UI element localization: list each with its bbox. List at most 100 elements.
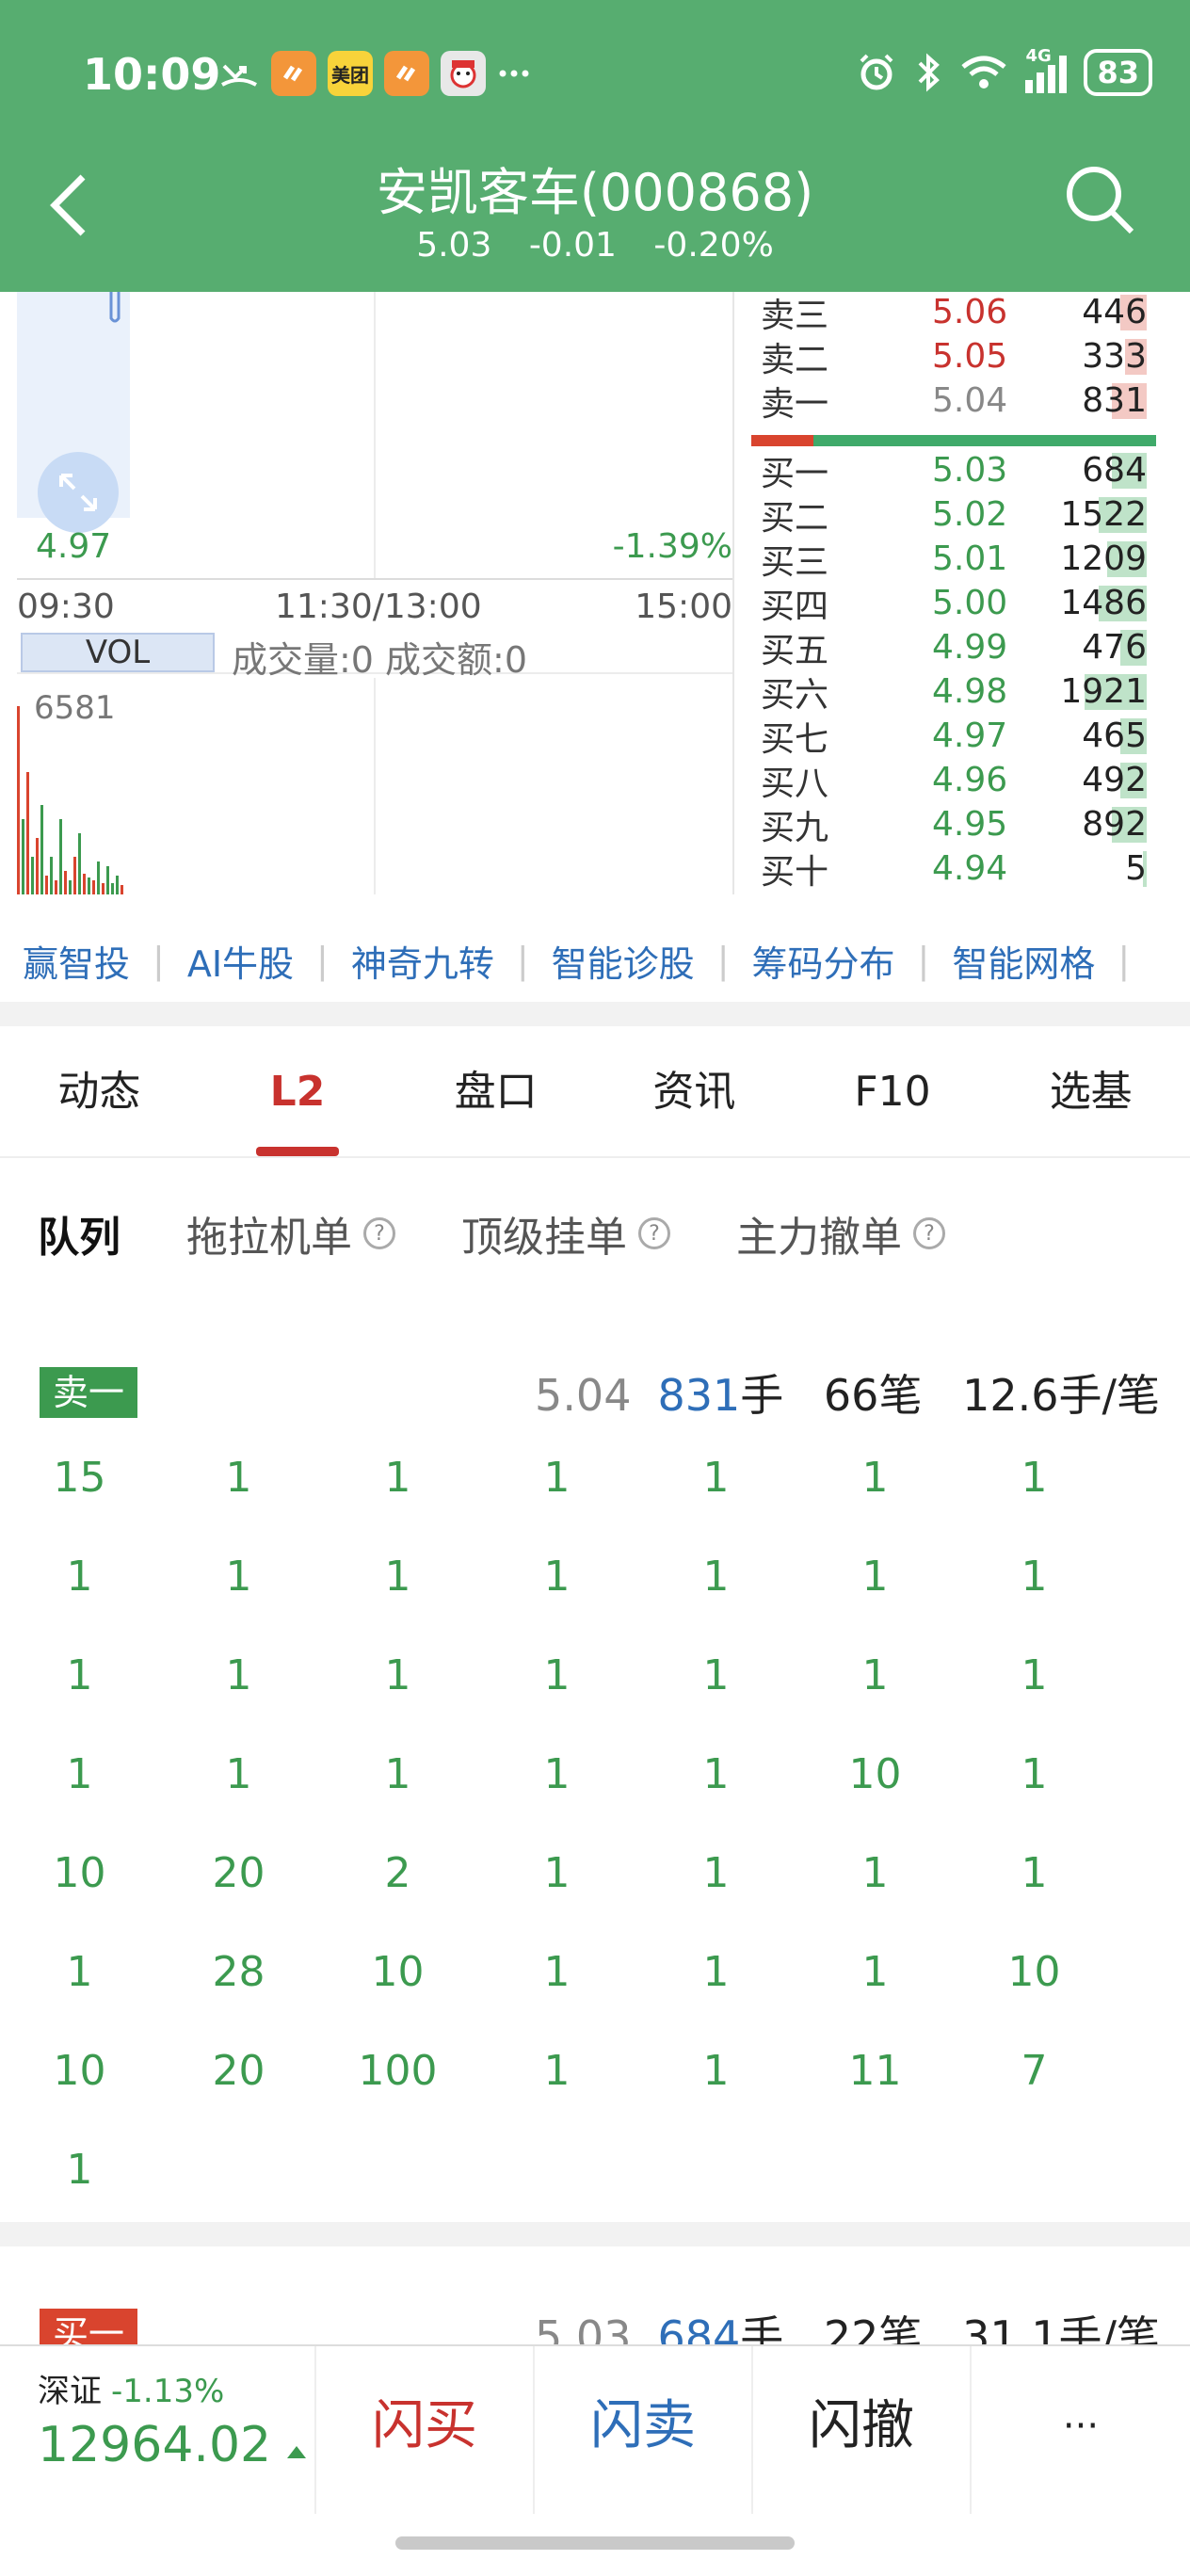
order-book-divider <box>751 435 1156 446</box>
vol-selector[interactable]: VOL <box>21 633 215 672</box>
index-ticker[interactable]: 深证 -1.13% 12964.02 <box>0 2346 316 2514</box>
tab-xuan-ji[interactable]: 选基 <box>991 1026 1190 1156</box>
search-icon[interactable] <box>1062 162 1137 237</box>
queue-buy-lots-wrap: 684手 <box>657 2311 783 2346</box>
queue-cell: 1 <box>66 1651 93 1699</box>
tool-zhi-neng-wang-ge[interactable]: 智能网格 <box>929 935 1118 987</box>
subtab-queue[interactable]: 队列 <box>38 1203 121 1264</box>
chart-low-pct: -1.39% <box>612 527 732 566</box>
help-icon[interactable]: ? <box>638 1217 670 1249</box>
help-icon[interactable]: ? <box>913 1217 945 1249</box>
queue-buy-avg: 31.1手/笔 <box>962 2311 1160 2346</box>
queue-cell: 10 <box>371 1948 425 1996</box>
queue-cell: 1 <box>1021 1651 1048 1699</box>
tab-pan-kou[interactable]: 盘口 <box>396 1026 595 1156</box>
fullscreen-expand-button[interactable] <box>38 452 119 533</box>
ob-sell-price: 5.06 <box>932 293 1008 331</box>
queue-cell: 1 <box>702 1849 730 1897</box>
ob-buy-row[interactable]: 买三 5.01 1209 <box>734 537 1173 582</box>
flash-sell-button[interactable]: 闪卖 <box>535 2346 753 2514</box>
quote-change: -0.01 <box>528 226 617 265</box>
queue-cell: 7 <box>1021 2047 1048 2095</box>
ob-buy-volume: 476 <box>1082 628 1147 667</box>
queue-cell: 1 <box>66 1553 93 1601</box>
ob-sell-label: 卖一 <box>761 384 829 424</box>
flash-cancel-button[interactable]: 闪撤 <box>753 2346 972 2514</box>
intraday-chart[interactable]: 4.97 -1.39% 09:30 11:30/13:00 15:00 VOL … <box>17 292 732 894</box>
stock-quote: 5.03 -0.01 -0.20% <box>0 226 1190 265</box>
home-indicator[interactable] <box>395 2536 795 2550</box>
queue-cell: 1 <box>543 1651 571 1699</box>
queue-cell: 1 <box>66 1750 93 1798</box>
tab-zi-xun[interactable]: 资讯 <box>595 1026 794 1156</box>
ob-buy-row[interactable]: 买八 4.96 492 <box>734 758 1173 803</box>
ob-buy-price: 5.01 <box>932 539 1008 578</box>
tool-ai-niu-gu[interactable]: AI牛股 <box>165 935 316 987</box>
ob-buy-price: 5.00 <box>932 584 1008 622</box>
subtab-tractor-orders[interactable]: 拖拉机单? <box>186 1203 395 1264</box>
queue-cell: 1 <box>702 1651 730 1699</box>
queue-cell: 1 <box>543 1553 571 1601</box>
ob-buy-volume: 1921 <box>1060 672 1147 711</box>
time-label-open: 09:30 <box>17 588 115 626</box>
queue-row: 15 1 1 1 1 1 1 <box>0 1431 1190 1530</box>
ob-buy-price: 4.99 <box>932 628 1008 667</box>
ob-buy-label: 买五 <box>761 631 829 670</box>
index-name: 深证 <box>38 2373 102 2410</box>
queue-lots-unit: 手 <box>740 1370 784 1421</box>
tab-l2[interactable]: L2 <box>199 1026 397 1156</box>
queue-cell: 20 <box>212 2047 265 2095</box>
ob-buy-price: 4.94 <box>932 849 1008 888</box>
queue-buy-badge: 买一 <box>40 2309 138 2346</box>
queue-cell: 10 <box>53 2047 106 2095</box>
ob-sell-row[interactable]: 卖三 5.06 446 <box>734 292 1173 335</box>
wifi-icon <box>961 56 1007 89</box>
ob-sell-price: 5.05 <box>932 337 1008 376</box>
queue-cell: 1 <box>702 1948 730 1996</box>
tool-chou-ma-fen-bu[interactable]: 筹码分布 <box>730 935 918 987</box>
ob-buy-row[interactable]: 买十 4.94 5 <box>734 846 1173 892</box>
subtab-tractor-label: 拖拉机单 <box>186 1214 352 1262</box>
queue-price: 5.04 <box>535 1370 632 1421</box>
l2-subtabs: 队列 拖拉机单? 顶级挂单? 主力撤单? <box>38 1196 1011 1271</box>
ob-buy-volume: 1486 <box>1060 584 1147 622</box>
ob-sell-volume: 831 <box>1082 381 1147 420</box>
queue-lots-wrap: 831手 <box>657 1370 783 1421</box>
ob-buy-row[interactable]: 买六 4.98 1921 <box>734 669 1173 715</box>
tab-dong-tai[interactable]: 动态 <box>0 1026 199 1156</box>
ob-buy-row[interactable]: 买五 4.99 476 <box>734 625 1173 670</box>
tool-zhi-neng-zhen-gu[interactable]: 智能诊股 <box>529 935 717 987</box>
status-notification-icons: 美团 <box>218 51 531 96</box>
ob-sell-row[interactable]: 卖一 5.04 831 <box>734 378 1173 424</box>
ob-buy-row[interactable]: 买二 5.02 1522 <box>734 492 1173 538</box>
queue-buy-stats: 5.03 684手 22笔 31.1手/笔 <box>508 2309 1160 2346</box>
more-button[interactable]: ··· <box>972 2346 1190 2514</box>
order-book[interactable]: 卖五5.07717卖四5.07717卖三5.06446卖二5.05333卖一5.… <box>732 292 1173 894</box>
ob-buy-row[interactable]: 买一 5.03 684 <box>734 448 1173 493</box>
ob-buy-row[interactable]: 买四 5.00 1486 <box>734 581 1173 626</box>
index-value: 12964.02 <box>38 2417 272 2473</box>
queue-buy-lots-unit: 手 <box>740 2311 784 2346</box>
tool-shen-qi-jiu-zhuan[interactable]: 神奇九转 <box>329 935 517 987</box>
battery-indicator: 83 <box>1084 49 1152 96</box>
queue-stats: 5.04 831手 66笔 12.6手/笔 <box>508 1367 1160 1424</box>
queue-cell: 1 <box>384 1454 411 1502</box>
subtab-top-orders[interactable]: 顶级挂单? <box>461 1203 670 1264</box>
ob-buy-label: 买十 <box>761 852 829 892</box>
flash-buy-button[interactable]: 闪买 <box>316 2346 535 2514</box>
queue-cell: 1 <box>702 1553 730 1601</box>
ob-sell-row[interactable]: 卖二 5.05 333 <box>734 334 1173 379</box>
queue-cell: 1 <box>861 1454 889 1502</box>
tab-f10[interactable]: F10 <box>794 1026 992 1156</box>
ob-buy-row[interactable]: 买九 4.95 892 <box>734 802 1173 847</box>
chart-low-price: 4.97 <box>36 527 112 566</box>
index-name-row: 深证 -1.13% <box>38 2365 314 2411</box>
vol-info: 成交量:0 成交额:0 <box>232 639 528 681</box>
queue-level-badge: 卖一 <box>40 1367 138 1418</box>
ob-sell-volume: 446 <box>1082 293 1147 331</box>
subtab-main-cancel[interactable]: 主力撤单? <box>736 1203 945 1264</box>
help-icon[interactable]: ? <box>363 1217 395 1249</box>
ob-buy-row[interactable]: 买七 4.97 465 <box>734 714 1173 759</box>
tool-ying-zhi-tou[interactable]: 赢智投 <box>0 935 153 987</box>
tools-strip: 赢智投 | AI牛股 | 神奇九转 | 智能诊股 | 筹码分布 | 智能网格 | <box>0 923 1190 998</box>
